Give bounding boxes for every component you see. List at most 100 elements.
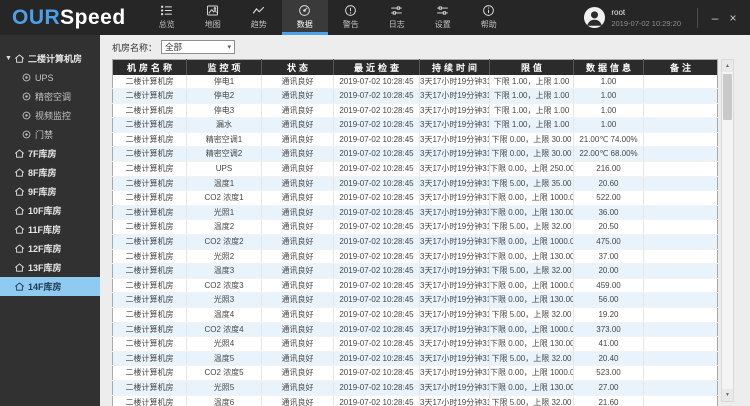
table-row[interactable]: 二楼计算机房漏水通讯良好2019-07-02 10:28:453天17小时19分… <box>113 118 718 133</box>
table-area: 机房名称监控项状态最近检查持续时间限值数据信息备注 二楼计算机房停电1通讯良好2… <box>112 59 750 406</box>
table-cell: 22.00℃ 68.00% <box>574 147 644 162</box>
room-filter-value: 全部 <box>165 41 182 53</box>
table-cell: 下限 5.00，上限 32.00 <box>490 351 574 366</box>
sidebar-item-7f[interactable]: ▼ 7F库房 <box>0 144 100 163</box>
table-cell: 下限 5.00，上限 35.00 <box>490 176 574 191</box>
table-cell <box>644 235 718 250</box>
close-button[interactable]: × <box>724 9 742 27</box>
device-icon <box>21 91 32 102</box>
table-row[interactable]: 二楼计算机房精密空调2通讯良好2019-07-02 10:28:453天17小时… <box>113 147 718 162</box>
minimize-button[interactable]: – <box>706 9 724 27</box>
table-row[interactable]: 二楼计算机房停电3通讯良好2019-07-02 10:28:453天17小时19… <box>113 103 718 118</box>
table-row[interactable]: 二楼计算机房精密空调1通讯良好2019-07-02 10:28:453天17小时… <box>113 132 718 147</box>
table-row[interactable]: 二楼计算机房CO2 浓度1通讯良好2019-07-02 10:28:453天17… <box>113 191 718 206</box>
table-row[interactable]: 二楼计算机房温度1通讯良好2019-07-02 10:28:453天17小时19… <box>113 176 718 191</box>
sidebar-item-10f[interactable]: ▼ 10F库房 <box>0 201 100 220</box>
table-cell: 通讯良好 <box>262 176 334 191</box>
table-row[interactable]: 二楼计算机房CO2 浓度3通讯良好2019-07-02 10:28:453天17… <box>113 278 718 293</box>
table-cell: 3天17小时19分钟31秒 <box>420 147 490 162</box>
table-cell <box>644 380 718 395</box>
nav-item-help[interactable]: 帮助 <box>466 0 512 35</box>
table-cell: 3天17小时19分钟31秒 <box>420 235 490 250</box>
expand-arrow-icon[interactable]: ▼ <box>5 55 14 62</box>
overview-icon <box>160 4 173 17</box>
table-cell: 通讯良好 <box>262 366 334 381</box>
table-cell: CO2 浓度1 <box>187 191 262 206</box>
table-cell: 3天17小时19分钟31秒 <box>420 322 490 337</box>
table-row[interactable]: 二楼计算机房温度2通讯良好2019-07-02 10:28:453天17小时19… <box>113 220 718 235</box>
sidebar-item-9f[interactable]: ▼ 9F库房 <box>0 182 100 201</box>
table-cell: 通讯良好 <box>262 337 334 352</box>
table-cell: 二楼计算机房 <box>113 147 187 162</box>
table-row[interactable]: 二楼计算机房停电2通讯良好2019-07-02 10:28:453天17小时19… <box>113 89 718 104</box>
nav-item-overview[interactable]: 总览 <box>144 0 190 35</box>
table-row[interactable]: 二楼计算机房光照1通讯良好2019-07-02 10:28:453天17小时19… <box>113 205 718 220</box>
current-datetime: 2019-07-02 10:29:20 <box>611 19 681 28</box>
nav-item-settings[interactable]: 设置 <box>420 0 466 35</box>
table-row[interactable]: 二楼计算机房温度6通讯良好2019-07-02 10:28:453天17小时19… <box>113 395 718 406</box>
table-cell: 停电3 <box>187 103 262 118</box>
table-row[interactable]: 二楼计算机房CO2 浓度5通讯良好2019-07-02 10:28:453天17… <box>113 366 718 381</box>
table-cell: 光照3 <box>187 293 262 308</box>
table-scrollbar[interactable]: ▲ ▼ <box>721 59 734 402</box>
table-cell: 下限 0.00，上限 1000.00 <box>490 366 574 381</box>
sidebar-item-precision-ac[interactable]: 精密空调 <box>0 87 100 106</box>
table-cell: 3天17小时19分钟31秒 <box>420 337 490 352</box>
nav-item-log[interactable]: 日志 <box>374 0 420 35</box>
sidebar-item-ups[interactable]: UPS <box>0 68 100 87</box>
table-row[interactable]: 二楼计算机房温度3通讯良好2019-07-02 10:28:453天17小时19… <box>113 264 718 279</box>
column-header: 监控项 <box>187 60 262 75</box>
table-row[interactable]: 二楼计算机房温度5通讯良好2019-07-02 10:28:453天17小时19… <box>113 351 718 366</box>
table-row[interactable]: 二楼计算机房光照5通讯良好2019-07-02 10:28:453天17小时19… <box>113 380 718 395</box>
home-icon <box>14 281 25 292</box>
table-cell: 二楼计算机房 <box>113 249 187 264</box>
scroll-up-button[interactable]: ▲ <box>722 60 733 72</box>
sidebar-item-13f[interactable]: ▼ 13F库房 <box>0 258 100 277</box>
logo-our: OUR <box>12 6 60 30</box>
table-cell: 二楼计算机房 <box>113 380 187 395</box>
nav-item-data[interactable]: 数据 <box>282 0 328 35</box>
table-header-row: 机房名称监控项状态最近检查持续时间限值数据信息备注 <box>113 60 718 75</box>
table-cell <box>644 191 718 206</box>
sidebar-item-12f[interactable]: ▼ 12F库房 <box>0 239 100 258</box>
table-row[interactable]: 二楼计算机房CO2 浓度4通讯良好2019-07-02 10:28:453天17… <box>113 322 718 337</box>
table-row[interactable]: 二楼计算机房光照3通讯良好2019-07-02 10:28:453天17小时19… <box>113 293 718 308</box>
sidebar-item-8f[interactable]: ▼ 8F库房 <box>0 163 100 182</box>
table-row[interactable]: 二楼计算机房UPS通讯良好2019-07-02 10:28:453天17小时19… <box>113 162 718 177</box>
column-header: 状态 <box>262 60 334 75</box>
table-cell: 下限 1.00，上限 1.00 <box>490 118 574 133</box>
table-cell: 3天17小时19分钟31秒 <box>420 89 490 104</box>
scrollbar-thumb[interactable] <box>723 74 732 120</box>
sidebar-item-door-access[interactable]: 门禁 <box>0 125 100 144</box>
table-cell: 下限 0.00，上限 130.00 <box>490 249 574 264</box>
nav-item-map[interactable]: 地图 <box>190 0 236 35</box>
table-row[interactable]: 二楼计算机房停电1通讯良好2019-07-02 10:28:453天17小时19… <box>113 75 718 89</box>
table-cell: 温度2 <box>187 220 262 235</box>
table-row[interactable]: 二楼计算机房CO2 浓度2通讯良好2019-07-02 10:28:453天17… <box>113 235 718 250</box>
user-info[interactable]: root 2019-07-02 10:29:20 <box>583 6 681 29</box>
table-cell: 2019-07-02 10:28:45 <box>334 176 420 191</box>
table-row[interactable]: 二楼计算机房光照4通讯良好2019-07-02 10:28:453天17小时19… <box>113 337 718 352</box>
table-row[interactable]: 二楼计算机房温度4通讯良好2019-07-02 10:28:453天17小时19… <box>113 308 718 323</box>
avatar <box>583 6 606 29</box>
nav-item-alert[interactable]: 警告 <box>328 0 374 35</box>
monitor-table: 机房名称监控项状态最近检查持续时间限值数据信息备注 二楼计算机房停电1通讯良好2… <box>112 59 718 406</box>
sidebar-item-computer-room-2f[interactable]: ▼ 二楼计算机房 <box>0 49 100 68</box>
table-row[interactable]: 二楼计算机房光照2通讯良好2019-07-02 10:28:453天17小时19… <box>113 249 718 264</box>
sidebar-item-11f[interactable]: ▼ 11F库房 <box>0 220 100 239</box>
table-cell: 3天17小时19分钟31秒 <box>420 264 490 279</box>
home-icon <box>14 224 25 235</box>
table-cell: 2019-07-02 10:28:45 <box>334 132 420 147</box>
table-cell: 通讯良好 <box>262 220 334 235</box>
scroll-down-button[interactable]: ▼ <box>722 389 733 401</box>
room-filter-select[interactable]: 全部 ▾ <box>161 40 235 54</box>
nav-item-trend[interactable]: 趋势 <box>236 0 282 35</box>
table-cell: 温度5 <box>187 351 262 366</box>
sidebar-item-14f[interactable]: ▼ 14F库房 <box>0 277 100 296</box>
sidebar-item-cctv[interactable]: 视频监控 <box>0 106 100 125</box>
table-cell: 1.00 <box>574 89 644 104</box>
table-cell: 2019-07-02 10:28:45 <box>334 75 420 89</box>
table-cell <box>644 147 718 162</box>
table-cell: 通讯良好 <box>262 118 334 133</box>
table-cell: 37.00 <box>574 249 644 264</box>
